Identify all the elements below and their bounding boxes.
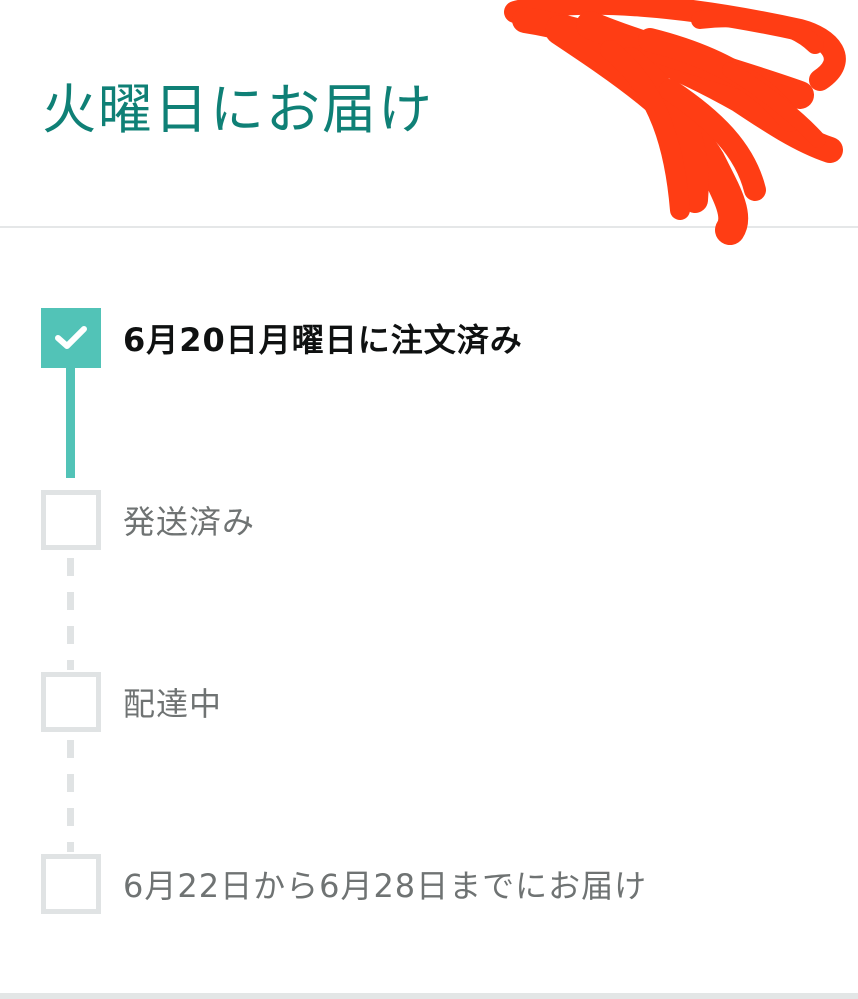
- progress-connector-pending: [67, 740, 74, 852]
- order-tracking-page: 火曜日にお届け 6月20日月曜日に注文済み 発送済み 配達中 6月22日から6月…: [0, 0, 858, 999]
- shipment-progress-tracker: 6月20日月曜日に注文済み 発送済み 配達中 6月22日から6月28日までにお届…: [0, 228, 858, 993]
- tracking-step-label: 配達中: [123, 685, 223, 723]
- checkmark-icon: [41, 308, 101, 368]
- empty-checkbox-icon: [41, 672, 101, 732]
- tracking-step-ordered: 6月20日月曜日に注文済み: [41, 308, 821, 368]
- delivery-date-title: 火曜日にお届け: [42, 78, 434, 141]
- tracking-step-shipped: 発送済み: [41, 490, 821, 550]
- empty-checkbox-icon: [41, 854, 101, 914]
- progress-connector-pending: [67, 558, 74, 670]
- tracking-step-delivery-window: 6月22日から6月28日までにお届け: [41, 854, 821, 914]
- section-divider: [0, 993, 858, 999]
- redaction-scribble: [504, 0, 846, 245]
- progress-connector-completed: [66, 366, 75, 478]
- tracking-step-out-for-delivery: 配達中: [41, 672, 821, 732]
- tracking-step-label: 6月22日から6月28日までにお届け: [123, 867, 648, 905]
- delivery-header: 火曜日にお届け: [0, 0, 858, 245]
- empty-checkbox-icon: [41, 490, 101, 550]
- tracking-step-label: 発送済み: [123, 503, 256, 541]
- tracking-step-label: 6月20日月曜日に注文済み: [123, 321, 523, 359]
